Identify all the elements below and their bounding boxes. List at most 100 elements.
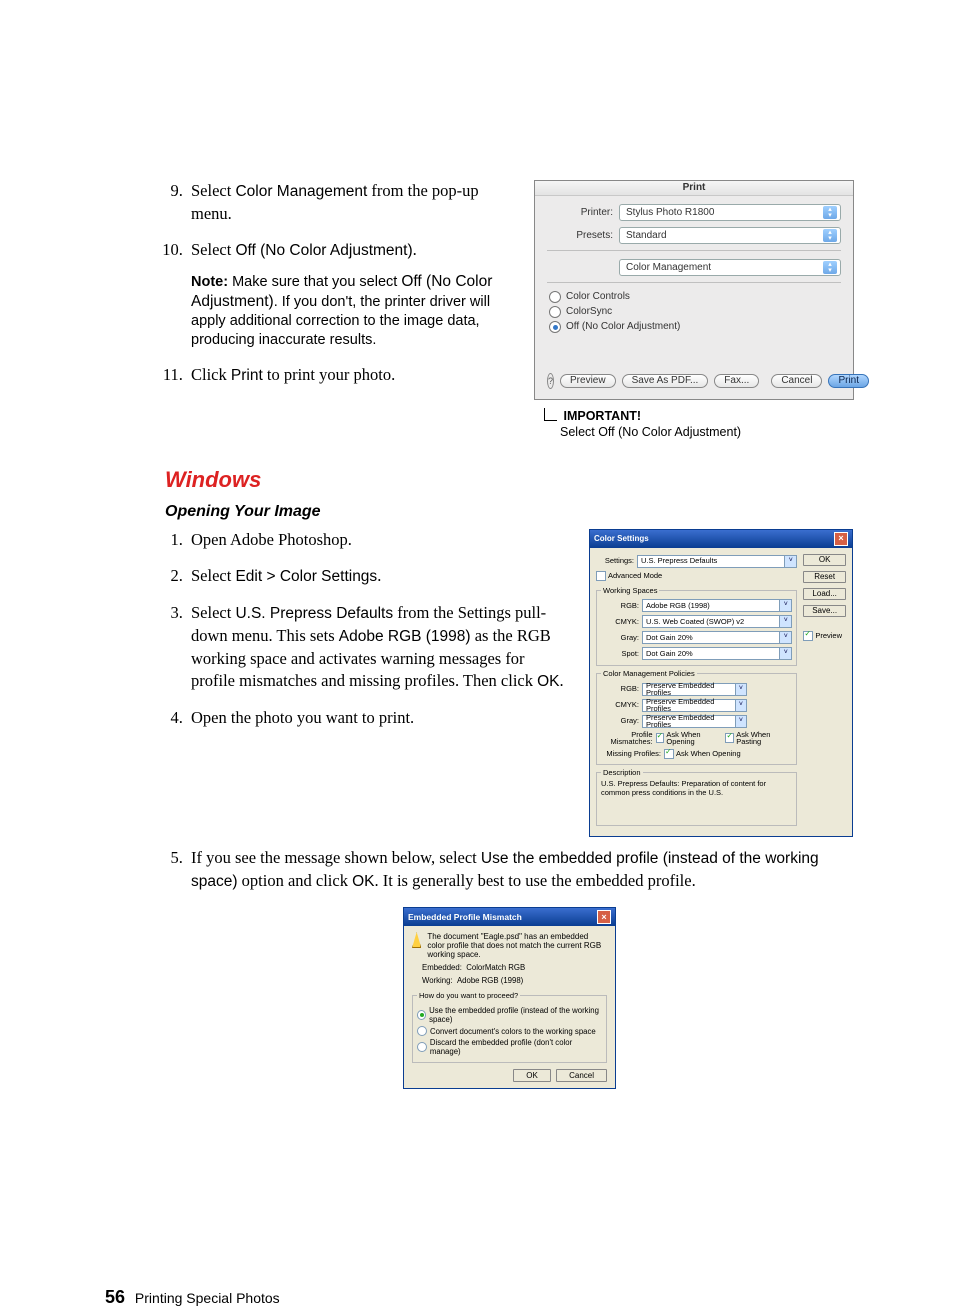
checkbox-icon [656, 733, 665, 743]
cmp-label: Gray: [601, 717, 642, 725]
step-text: . It is generally best to use the embedd… [375, 871, 696, 890]
ws-label: CMYK: [601, 618, 642, 626]
advanced-mode-check[interactable]: Advanced Mode [596, 571, 662, 581]
separator [547, 250, 841, 251]
chevron-updown-icon: ▴▾ [823, 206, 837, 219]
dialog-right: OK Reset Load... Save... Preview [803, 554, 846, 831]
ws-select[interactable]: Adobe RGB (1998)˅ [642, 599, 792, 612]
dialog-title: Print [535, 181, 853, 196]
cmp-select[interactable]: Preserve Embedded Profiles˅ [642, 699, 747, 712]
ws-row: RGB:Adobe RGB (1998)˅ [601, 599, 792, 612]
cancel-button[interactable]: Cancel [771, 374, 822, 388]
proceed-group: How do you want to proceed? Use the embe… [412, 991, 607, 1063]
radio-color-controls[interactable]: Color Controls [549, 291, 841, 303]
printer-label: Printer: [547, 208, 619, 218]
group-legend: Description [601, 769, 643, 777]
message-row: The document "Eagle.psd" has an embedded… [412, 932, 607, 959]
footer-title: Printing Special Photos [135, 1290, 280, 1306]
ws-select[interactable]: Dot Gain 20%˅ [642, 647, 792, 660]
step-text: . [377, 566, 381, 585]
ui-ref: Print [231, 367, 263, 384]
reset-button[interactable]: Reset [803, 571, 846, 583]
radio-discard[interactable]: Discard the embedded profile (don't colo… [417, 1038, 602, 1056]
ok-button[interactable]: OK [803, 554, 846, 566]
ws-select[interactable]: Dot Gain 20%˅ [642, 631, 792, 644]
select-value: Preserve Embedded Profiles [646, 682, 735, 697]
section-heading-windows: Windows [165, 467, 854, 493]
embedded-info: Embedded: ColorMatch RGB [412, 963, 607, 972]
page: Select Color Management from the pop-up … [0, 0, 954, 1280]
presets-select[interactable]: Standard ▴▾ [619, 227, 841, 244]
note-block: Note: Make sure that you select Off (No … [191, 272, 514, 350]
dialog-title: Color Settings [594, 535, 649, 543]
ui-ref: Edit > Color Settings [235, 568, 377, 585]
select-value: Preserve Embedded Profiles [646, 698, 735, 713]
step-11: Click Print to print your photo. [187, 364, 514, 387]
section-select[interactable]: Color Management ▴▾ [619, 259, 841, 276]
save-button[interactable]: Save... [803, 605, 846, 617]
radio-icon [417, 1026, 427, 1036]
fax-button[interactable]: Fax... [714, 374, 759, 388]
step-9: Select Color Management from the pop-up … [187, 180, 514, 225]
description-text: U.S. Prepress Defaults: Preparation of c… [601, 780, 792, 797]
load-button[interactable]: Load... [803, 588, 846, 600]
cmp-select[interactable]: Preserve Embedded Profiles˅ [642, 683, 747, 696]
printer-select[interactable]: Stylus Photo R1800 ▴▾ [619, 204, 841, 221]
check-label: Ask When Opening [676, 750, 741, 758]
preview-check[interactable]: Preview [803, 631, 842, 641]
check-ask-paste[interactable]: Ask When Pasting [725, 731, 788, 746]
select-value: U.S. Prepress Defaults [641, 557, 717, 565]
spacer [601, 797, 792, 823]
working-label: Working: [422, 976, 453, 985]
chevron-updown-icon: ▴▾ [823, 229, 837, 242]
step-text: Select [191, 566, 235, 585]
description-group: Description U.S. Prepress Defaults: Prep… [596, 769, 797, 827]
callout-line-icon [544, 408, 557, 421]
help-button[interactable]: ? [547, 373, 554, 389]
chevron-down-icon: ˅ [735, 716, 746, 727]
step-list-top: Select Color Management from the pop-up … [165, 180, 514, 387]
step-4: Open the photo you want to print. [187, 707, 569, 729]
close-button[interactable]: × [834, 532, 848, 546]
message-text: The document "Eagle.psd" has an embedded… [427, 932, 607, 959]
cmp-row: CMYK:Preserve Embedded Profiles˅ [601, 699, 792, 712]
mismatch-label: Profile Mismatches: [601, 731, 656, 746]
warning-icon [412, 932, 421, 948]
cmp-select[interactable]: Preserve Embedded Profiles˅ [642, 715, 747, 728]
dialog-title: Embedded Profile Mismatch [408, 912, 522, 922]
chevron-down-icon: ˅ [779, 632, 791, 643]
mac-dialog-col: Print Printer: Stylus Photo R1800 ▴▾ Pre… [534, 180, 854, 441]
select-value: U.S. Web Coated (SWOP) v2 [646, 618, 744, 626]
mac-print-dialog: Print Printer: Stylus Photo R1800 ▴▾ Pre… [534, 180, 854, 400]
step-text: . [560, 671, 564, 690]
save-as-pdf-button[interactable]: Save As PDF... [622, 374, 709, 388]
step-text: Open the photo you want to print. [191, 708, 414, 727]
radio-colorsync[interactable]: ColorSync [549, 306, 841, 318]
dialog-footer: OK Cancel [412, 1069, 607, 1082]
step-text: Click [191, 365, 231, 384]
cmp-label: RGB: [601, 685, 642, 693]
preview-button[interactable]: Preview [560, 374, 616, 388]
check-missing-open[interactable]: Ask When Opening [664, 749, 741, 759]
radio-off-no-color[interactable]: Off (No Color Adjustment) [549, 321, 841, 333]
step-text: Select [191, 603, 235, 622]
note-text: Make sure that you select [228, 274, 401, 290]
radio-icon [549, 306, 561, 318]
print-button[interactable]: Print [828, 374, 869, 388]
settings-select[interactable]: U.S. Prepress Defaults˅ [637, 555, 797, 568]
radio-label: Off (No Color Adjustment) [566, 322, 680, 332]
radio-use-embedded[interactable]: Use the embedded profile (instead of the… [417, 1006, 602, 1024]
embedded-label: Embedded: [422, 963, 462, 972]
step-list-windows-2: If you see the message shown below, sele… [165, 847, 854, 893]
ui-ref: U.S. Prepress Defaults [235, 605, 393, 622]
ws-select[interactable]: U.S. Web Coated (SWOP) v2˅ [642, 615, 792, 628]
cancel-button[interactable]: Cancel [556, 1069, 607, 1082]
note-label: Note: [191, 274, 228, 290]
ui-ref: Adobe RGB (1998) [339, 628, 471, 645]
check-ask-open[interactable]: Ask When Opening [656, 731, 722, 746]
check-label: Ask When Pasting [736, 731, 788, 746]
close-button[interactable]: × [597, 910, 611, 924]
ok-button[interactable]: OK [513, 1069, 551, 1082]
radio-convert[interactable]: Convert document's colors to the working… [417, 1026, 602, 1036]
group-legend: Working Spaces [601, 587, 659, 595]
